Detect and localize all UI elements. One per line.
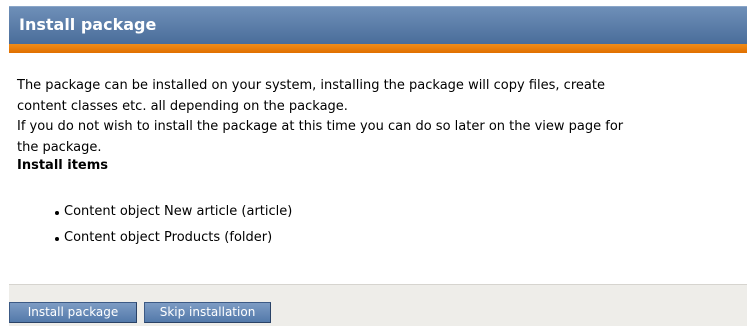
list-item-label: Content object Products (folder)	[64, 230, 273, 245]
install-package-button[interactable]: Install package	[9, 302, 137, 323]
list-item-label: Content object New article (article)	[64, 204, 293, 219]
intro-text: The package can be installed on your sys…	[17, 76, 747, 158]
page-title: Install package	[19, 15, 157, 34]
intro-line: The package can be installed on your sys…	[17, 78, 605, 93]
button-bar: Install package Skip installation	[9, 284, 747, 326]
skip-installation-button[interactable]: Skip installation	[144, 302, 271, 323]
intro-line: the package.	[17, 139, 102, 155]
intro-line: content classes etc. all depending on th…	[17, 98, 348, 114]
install-package-panel: Install package The package can be insta…	[9, 6, 747, 326]
bullet-icon	[55, 211, 59, 215]
header-accent-stripe	[9, 44, 747, 53]
install-items-heading: Install items	[17, 158, 109, 173]
bullet-icon	[55, 237, 59, 241]
panel-header: Install package	[9, 6, 747, 44]
panel-content: The package can be installed on your sys…	[9, 53, 747, 284]
intro-line: If you do not wish to install the packag…	[17, 119, 624, 134]
